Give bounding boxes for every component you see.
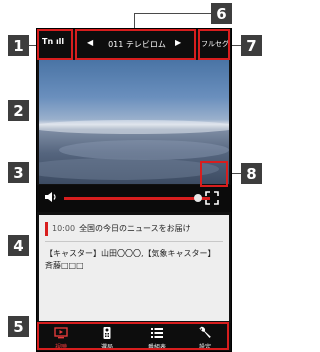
callout-6: 6	[211, 3, 232, 24]
highlight-frame-nav	[37, 322, 229, 350]
program-header: 10:00 全国の今日のニュースをお届け	[45, 222, 191, 236]
program-time: 10:00	[52, 224, 76, 233]
cloud-layer	[39, 158, 219, 180]
callout-8: 8	[241, 163, 262, 184]
tv-app-screen: Tn ıll ◀ 011 テレビロム ▶ フルセグ 10:00 全国の今日のニュー…	[36, 28, 232, 352]
speaker-icon[interactable]	[44, 190, 58, 204]
program-info-panel: 10:00 全国の今日のニュースをお届け 【キャスター】山田〇〇〇,【気象キャスタ…	[39, 215, 229, 321]
callout-2: 2	[8, 100, 29, 121]
highlight-frame-signal	[37, 29, 73, 60]
volume-slider[interactable]	[64, 197, 210, 200]
cloud-layer	[39, 120, 229, 134]
volume-controls	[37, 185, 231, 212]
callout-7: 7	[241, 35, 262, 56]
callout-3: 3	[8, 162, 29, 183]
volume-slider-thumb[interactable]	[194, 194, 203, 202]
callout-4: 4	[8, 235, 29, 256]
divider	[45, 241, 223, 242]
program-title: 全国の今日のニュースをお届け	[79, 224, 191, 233]
highlight-frame-channel	[75, 29, 196, 60]
fullscreen-icon[interactable]	[205, 191, 219, 205]
callout-5: 5	[8, 316, 29, 337]
callout-1: 1	[8, 35, 29, 56]
program-description: 【キャスター】山田〇〇〇,【気象キャスター】斉藤□□□	[45, 249, 216, 270]
highlight-frame-fullscreen	[200, 161, 228, 187]
leader-line-6	[134, 13, 211, 14]
cloud-layer	[59, 140, 229, 160]
highlight-frame-fullseg	[198, 29, 230, 60]
